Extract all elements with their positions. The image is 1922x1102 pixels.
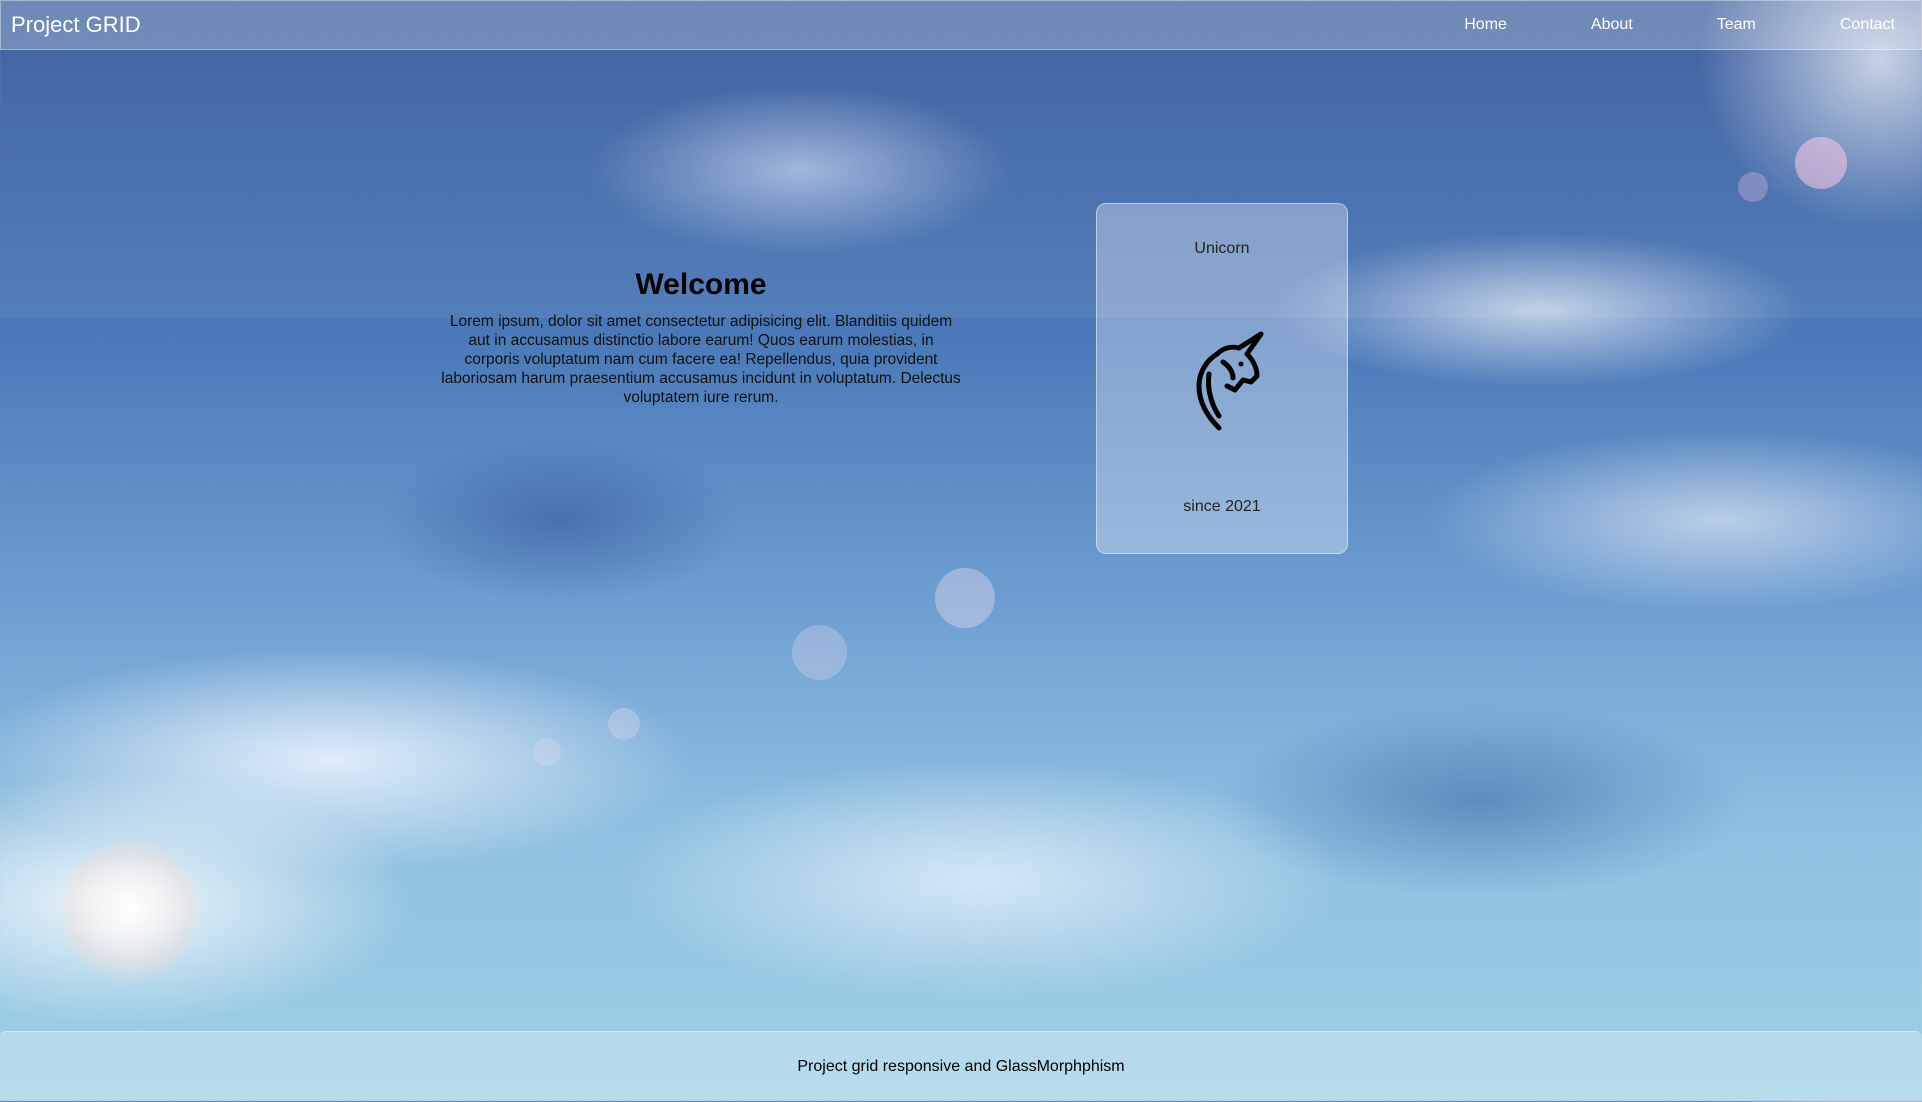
nav-links: Home About Team Contact <box>1464 16 1895 34</box>
unicorn-icon <box>1196 331 1264 431</box>
bokeh-light <box>1795 137 1847 189</box>
card-since: since 2021 <box>1183 498 1261 515</box>
sun-flare <box>60 840 200 980</box>
bokeh-light <box>608 708 640 740</box>
card-title: Unicorn <box>1194 240 1250 257</box>
footer-text: Project grid responsive and GlassMorphph… <box>797 1058 1125 1075</box>
welcome-section: Welcome Lorem ipsum, dolor sit amet cons… <box>440 268 962 407</box>
bokeh-light <box>935 568 995 628</box>
nav-link-home[interactable]: Home <box>1464 16 1507 34</box>
nav-link-contact[interactable]: Contact <box>1840 16 1895 34</box>
navbar: Project GRID Home About Team Contact <box>0 0 1922 50</box>
welcome-body: Lorem ipsum, dolor sit amet consectetur … <box>441 313 961 406</box>
bokeh-light <box>1738 172 1768 202</box>
welcome-title: Welcome <box>635 268 767 301</box>
bokeh-light <box>792 625 847 680</box>
unicorn-card: Unicorn since 2021 <box>1096 203 1348 554</box>
bokeh-light <box>533 738 561 766</box>
brand-logo-text[interactable]: Project GRID <box>11 12 141 38</box>
footer: Project grid responsive and GlassMorphph… <box>0 1031 1922 1102</box>
nav-link-about[interactable]: About <box>1591 16 1633 34</box>
nav-link-team[interactable]: Team <box>1717 16 1756 34</box>
